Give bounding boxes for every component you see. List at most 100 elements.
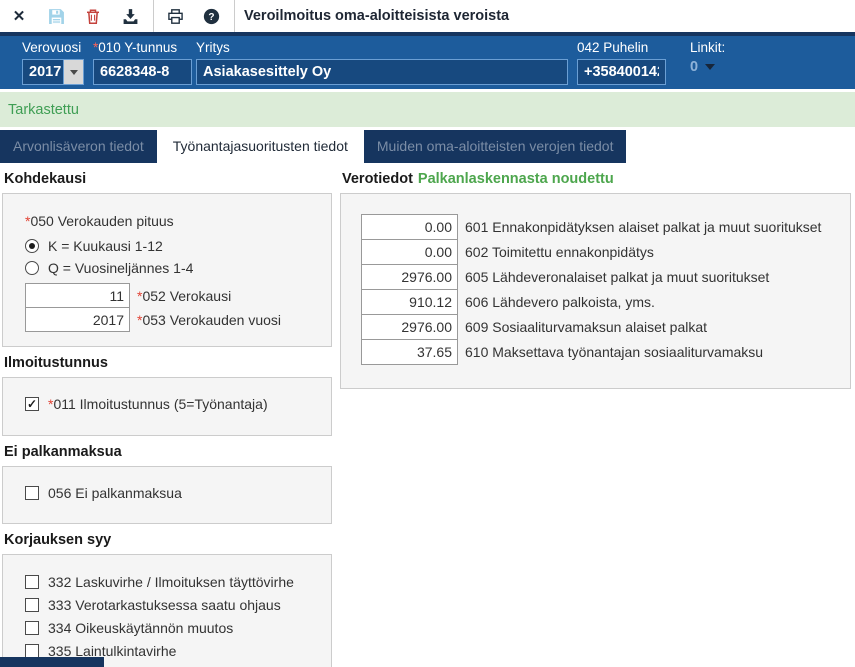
field-606-input[interactable]	[361, 289, 458, 315]
status-bar: Tarkastettu	[0, 92, 855, 127]
linkit-dropdown[interactable]: 0	[690, 59, 725, 75]
korjaus-333-label: 333 Verotarkastuksessa saatu ohjaus	[48, 597, 281, 613]
toolbar-separator	[153, 0, 154, 32]
svg-text:?: ?	[208, 12, 214, 23]
section-heading-verotiedot: VerotiedotPalkanlaskennasta noudettu	[342, 171, 851, 187]
status-text: Tarkastettu	[8, 102, 79, 118]
section-heading-ilmoitustunnus: Ilmoitustunnus	[4, 355, 332, 371]
verokauden-pituus-label: *050 Verokauden pituus	[25, 213, 331, 229]
field-610-input[interactable]	[361, 339, 458, 365]
radio-row-kuukausi: K = Kuukausi 1-12	[25, 238, 331, 254]
download-button[interactable]	[121, 7, 139, 25]
ytunnus-input[interactable]	[93, 59, 192, 85]
close-icon: ✕	[13, 9, 26, 24]
form-header: Verovuosi 2017 *010 Y-tunnus Yritys 042 …	[0, 36, 855, 89]
verotiedot-panel: 601 Ennakonpidätyksen alaiset palkat ja …	[340, 193, 851, 389]
tab-bar: Arvonlisäveron tiedot Työnantajasuoritus…	[0, 130, 626, 163]
tab-muiden-oma-aloitteisten-verojen-tiedot[interactable]: Muiden oma-aloitteisten verojen tiedot	[364, 130, 627, 163]
korjaus-row: 334 Oikeuskäytännön muutos	[25, 620, 331, 636]
korjaus-332-label: 332 Laskuvirhe / Ilmoituksen täyttövirhe	[48, 574, 294, 590]
kohdekausi-fields: *052 Verokausi *053 Verokauden vuosi	[25, 283, 331, 332]
chevron-down-icon	[705, 64, 715, 70]
field-602-input[interactable]	[361, 239, 458, 265]
verovuosi-group: Verovuosi 2017	[22, 40, 84, 85]
verokauden-vuosi-input[interactable]	[25, 307, 130, 332]
field-602-label: 602 Toimitettu ennakonpidätys	[465, 244, 654, 260]
verokausi-input[interactable]	[25, 283, 130, 308]
source-note: Palkanlaskennasta noudettu	[418, 171, 614, 187]
yritys-input[interactable]	[196, 59, 568, 85]
ytunnus-label: *010 Y-tunnus	[93, 40, 192, 55]
field-609-input[interactable]	[361, 314, 458, 340]
chevron-down-icon	[70, 70, 78, 75]
verokauden-vuosi-label: *053 Verokauden vuosi	[137, 312, 281, 328]
field-606-label: 606 Lähdevero palkoista, yms.	[465, 294, 655, 310]
save-icon	[48, 8, 65, 25]
verokauden-vuosi-row: *053 Verokauden vuosi	[25, 307, 331, 332]
radio-row-vuosineljannes: Q = Vuosineljännes 1-4	[25, 260, 331, 276]
korjaus-332-checkbox[interactable]	[25, 575, 39, 589]
close-button[interactable]: ✕	[10, 7, 28, 25]
verotiedot-row-606: 606 Lähdevero palkoista, yms.	[361, 289, 850, 315]
toolbar-separator	[234, 0, 235, 32]
verotiedot-row-601: 601 Ennakonpidätyksen alaiset palkat ja …	[361, 214, 850, 240]
korjaus-335-checkbox[interactable]	[25, 644, 39, 658]
verovuosi-dropdown-button[interactable]	[64, 59, 84, 85]
yritys-group: Yritys	[196, 40, 568, 85]
puhelin-group: 042 Puhelin	[577, 40, 666, 85]
korjaus-333-checkbox[interactable]	[25, 598, 39, 612]
puhelin-label: 042 Puhelin	[577, 40, 666, 55]
radio-kuukausi-label: K = Kuukausi 1-12	[48, 238, 163, 254]
ei-palkanmaksua-checkbox-label: 056 Ei palkanmaksua	[48, 485, 182, 501]
help-icon: ?	[203, 8, 220, 25]
download-icon	[122, 8, 139, 25]
radio-vuosineljannes[interactable]	[25, 261, 39, 275]
korjaus-row: 332 Laskuvirhe / Ilmoituksen täyttövirhe	[25, 574, 331, 590]
ei-palkanmaksua-row: 056 Ei palkanmaksua	[25, 485, 331, 501]
print-icon	[167, 8, 184, 25]
verotiedot-row-605: 605 Lähdeveronalaiset palkat ja muut suo…	[361, 264, 850, 290]
tab-arvonlisaveron-tiedot[interactable]: Arvonlisäveron tiedot	[0, 130, 157, 163]
ytunnus-group: *010 Y-tunnus	[93, 40, 192, 85]
ei-palkanmaksua-panel: 056 Ei palkanmaksua	[2, 466, 332, 524]
verovuosi-value: 2017	[22, 59, 64, 85]
right-column: VerotiedotPalkanlaskennasta noudettu 601…	[340, 163, 851, 389]
linkit-count: 0	[690, 59, 698, 75]
left-column: Kohdekausi *050 Verokauden pituus K = Ku…	[2, 163, 332, 667]
field-605-input[interactable]	[361, 264, 458, 290]
section-heading-kohdekausi: Kohdekausi	[4, 171, 332, 187]
puhelin-input[interactable]	[577, 59, 666, 85]
ilmoitustunnus-checkbox[interactable]	[25, 397, 39, 411]
verovuosi-select[interactable]: 2017	[22, 59, 84, 85]
verokausi-row: *052 Verokausi	[25, 283, 331, 308]
partial-bottom-tab[interactable]	[0, 657, 104, 667]
save-button[interactable]	[47, 7, 65, 25]
help-button[interactable]: ?	[202, 7, 220, 25]
ilmoitustunnus-panel: *011 Ilmoitustunnus (5=Työnantaja)	[2, 377, 332, 436]
field-610-label: 610 Maksettava työnantajan sosiaaliturva…	[465, 344, 763, 360]
field-609-label: 609 Sosiaaliturvamaksun alaiset palkat	[465, 319, 707, 335]
field-605-label: 605 Lähdeveronalaiset palkat ja muut suo…	[465, 269, 769, 285]
verovuosi-label: Verovuosi	[22, 40, 84, 55]
toolbar: ✕	[0, 0, 855, 32]
field-601-input[interactable]	[361, 214, 458, 240]
ilmoitustunnus-checkbox-label: *011 Ilmoitustunnus (5=Työnantaja)	[48, 396, 268, 412]
radio-vuosineljannes-label: Q = Vuosineljännes 1-4	[48, 260, 193, 276]
kohdekausi-panel: *050 Verokauden pituus K = Kuukausi 1-12…	[2, 193, 332, 347]
page-title: Veroilmoitus oma-aloitteisista veroista	[244, 8, 509, 24]
print-button[interactable]	[166, 7, 184, 25]
delete-button[interactable]	[84, 7, 102, 25]
linkit-label: Linkit:	[690, 40, 725, 55]
korjauksen-syy-panel: 332 Laskuvirhe / Ilmoituksen täyttövirhe…	[2, 554, 332, 667]
korjaus-334-label: 334 Oikeuskäytännön muutos	[48, 620, 233, 636]
radio-kuukausi[interactable]	[25, 239, 39, 253]
tab-tyonantajasuoritusten-tiedot[interactable]: Työnantajasuoritusten tiedot	[160, 130, 361, 163]
ei-palkanmaksua-checkbox[interactable]	[25, 486, 39, 500]
verotiedot-row-602: 602 Toimitettu ennakonpidätys	[361, 239, 850, 265]
yritys-label: Yritys	[196, 40, 568, 55]
ilmoitustunnus-row: *011 Ilmoitustunnus (5=Työnantaja)	[25, 396, 331, 412]
linkit-group: Linkit: 0	[690, 40, 725, 75]
korjaus-334-checkbox[interactable]	[25, 621, 39, 635]
korjaus-row: 333 Verotarkastuksessa saatu ohjaus	[25, 597, 331, 613]
trash-icon	[85, 8, 101, 25]
